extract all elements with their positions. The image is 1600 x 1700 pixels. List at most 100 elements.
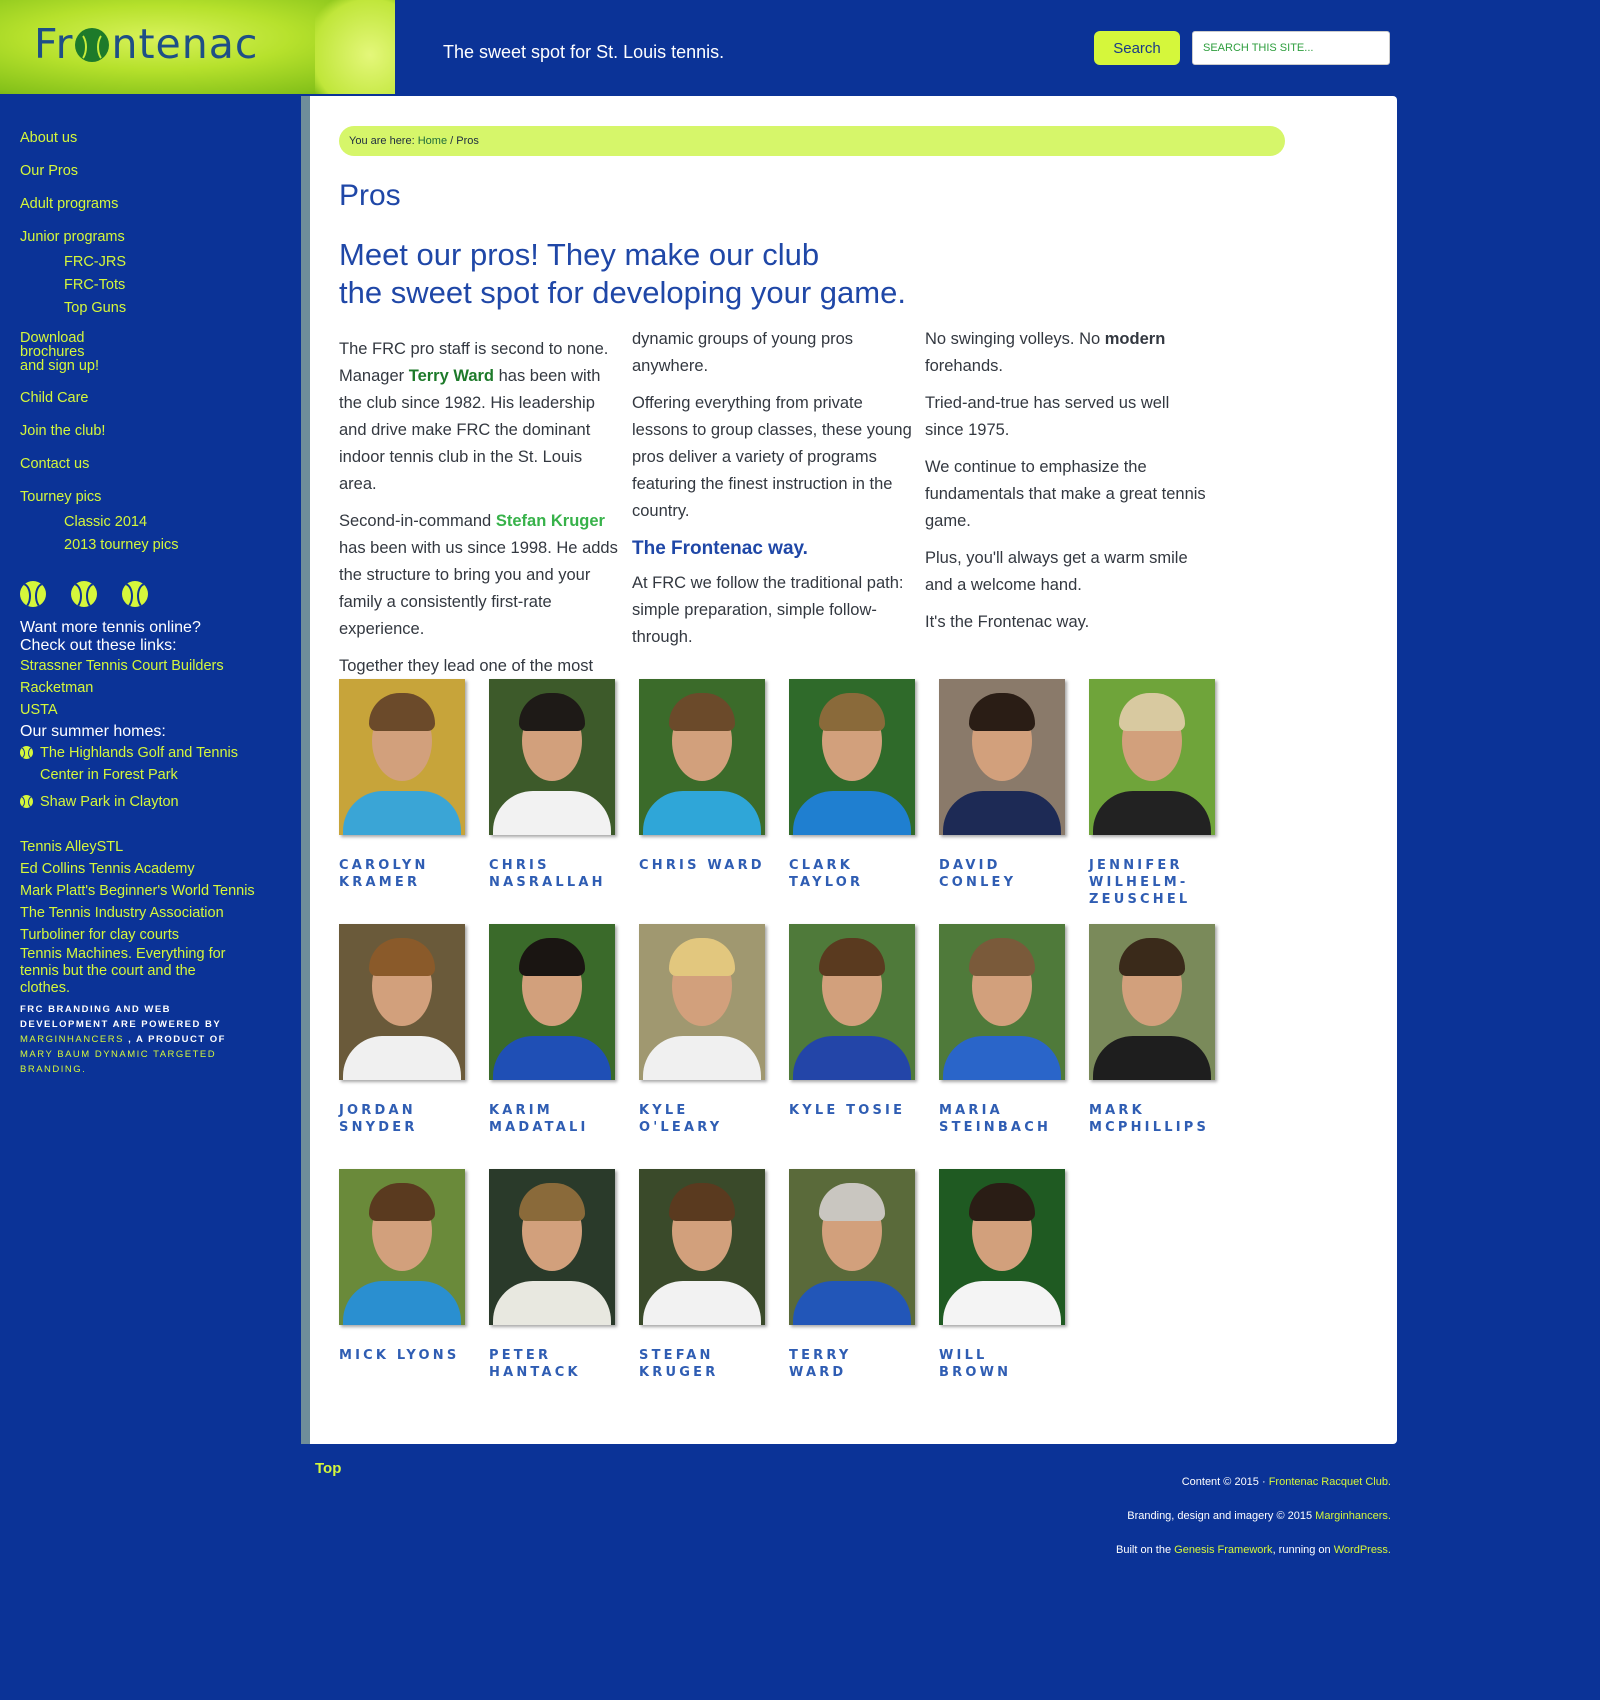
link-highlands[interactable]: The Highlands Golf and Tennis Center in … (20, 742, 250, 786)
link-ed-collins[interactable]: Ed Collins Tennis Academy (20, 858, 280, 880)
link-tennis-machines[interactable]: Tennis Machines. Everything for tennis b… (20, 946, 240, 997)
nav-join-club[interactable]: Join the club! (20, 423, 280, 439)
pro-card-chris-nasrallah[interactable]: Chris Nasrallah (489, 679, 615, 891)
nav-top-guns[interactable]: Top Guns (64, 300, 280, 316)
pro-name[interactable]: Mick Lyons (339, 1347, 465, 1364)
pro-photo[interactable] (1089, 679, 1215, 835)
pro-card-stefan-kruger[interactable]: Stefan Kruger (639, 1169, 765, 1381)
pro-name[interactable]: Clark Taylor (789, 857, 915, 891)
pro-name[interactable]: Will Brown (939, 1347, 1065, 1381)
pro-name[interactable]: Kyle O'Leary (639, 1102, 765, 1136)
pro-card-karim-madatali[interactable]: Karim Madatali (489, 924, 615, 1136)
pro-name[interactable]: Kyle Tosie (789, 1102, 915, 1119)
pro-photo[interactable] (939, 924, 1065, 1080)
nav-junior-programs[interactable]: Junior programs (20, 229, 280, 245)
pro-card-mick-lyons[interactable]: Mick Lyons (339, 1169, 465, 1364)
pro-name[interactable]: Karim Madatali (489, 1102, 615, 1136)
link-turboliner[interactable]: Turboliner for clay courts (20, 924, 280, 946)
link-usta[interactable]: USTA (20, 699, 280, 721)
nav-contact-us[interactable]: Contact us (20, 456, 280, 472)
link-shaw-park[interactable]: Shaw Park in Clayton (20, 791, 280, 813)
junior-programs-submenu: FRC-JRS FRC-Tots Top Guns (20, 254, 280, 316)
pro-card-david-conley[interactable]: David Conley (939, 679, 1065, 891)
link-racketman[interactable]: Racketman (20, 677, 280, 699)
pro-photo-hair (819, 938, 885, 976)
link-strassner[interactable]: Strassner Tennis Court Builders (20, 655, 280, 677)
nav-2013-tourney-pics[interactable]: 2013 tourney pics (64, 537, 280, 553)
pro-photo[interactable] (489, 924, 615, 1080)
pro-name[interactable]: Jennifer Wilhelm-Zeuschel (1089, 857, 1215, 908)
pro-card-maria-steinbach[interactable]: Maria Steinbach (939, 924, 1065, 1136)
link-frontenac-racquet-club[interactable]: Frontenac Racquet Club. (1269, 1476, 1391, 1488)
link-tennis-alley[interactable]: Tennis AlleySTL (20, 836, 280, 858)
pro-photo[interactable] (789, 1169, 915, 1325)
link-terry-ward[interactable]: Terry Ward (409, 367, 494, 385)
pro-photo[interactable] (789, 679, 915, 835)
pro-card-terry-ward[interactable]: Terry Ward (789, 1169, 915, 1381)
breadcrumb-home[interactable]: Home (418, 135, 447, 147)
link-mary-baum[interactable]: Mary Baum Dynamic Targeted Branding. (20, 1049, 216, 1075)
link-tennis-industry[interactable]: The Tennis Industry Association (20, 902, 280, 924)
link-genesis-framework[interactable]: Genesis Framework (1174, 1544, 1272, 1556)
pro-photo[interactable] (489, 1169, 615, 1325)
pro-card-chris-ward[interactable]: Chris Ward (639, 679, 765, 874)
nav-our-pros[interactable]: Our Pros (20, 163, 280, 179)
nav-child-care[interactable]: Child Care (20, 390, 280, 406)
pro-name[interactable]: Terry Ward (789, 1347, 915, 1381)
pro-card-jordan-snyder[interactable]: Jordan Snyder (339, 924, 465, 1136)
link-footer-marginhancers[interactable]: Marginhancers. (1315, 1510, 1391, 1522)
logo[interactable]: Fr ntenac (0, 0, 395, 94)
pro-photo[interactable] (789, 924, 915, 1080)
tennis-ball-icon (71, 581, 97, 607)
pro-name[interactable]: Chris Ward (639, 857, 765, 874)
back-to-top-link[interactable]: Top (315, 1460, 341, 1477)
nav-classic-2014[interactable]: Classic 2014 (64, 514, 280, 530)
pro-name[interactable]: David Conley (939, 857, 1065, 891)
pro-photo[interactable] (639, 1169, 765, 1325)
link-highlands-label: The Highlands Golf and Tennis Center in … (40, 745, 239, 783)
pro-name[interactable]: Mark McPhillips (1089, 1102, 1215, 1136)
pro-card-jennifer-wilhelm-zeuschel[interactable]: Jennifer Wilhelm-Zeuschel (1089, 679, 1215, 908)
pro-card-mark-mcphillips[interactable]: Mark McPhillips (1089, 924, 1215, 1136)
pro-name[interactable]: Carolyn Kramer (339, 857, 465, 891)
pro-name[interactable]: Jordan Snyder (339, 1102, 465, 1136)
search-button[interactable]: Search (1094, 31, 1180, 65)
pro-name[interactable]: Peter Hantack (489, 1347, 615, 1381)
pro-photo[interactable] (339, 1169, 465, 1325)
pro-photo[interactable] (939, 1169, 1065, 1325)
pro-photo-shirt (793, 791, 911, 835)
pro-card-carolyn-kramer[interactable]: Carolyn Kramer (339, 679, 465, 891)
pro-photo[interactable] (339, 679, 465, 835)
nav-frc-tots[interactable]: FRC-Tots (64, 277, 280, 293)
pro-photo[interactable] (489, 679, 615, 835)
pro-card-will-brown[interactable]: Will Brown (939, 1169, 1065, 1381)
paragraph: The FRC pro staff is second to none. Man… (339, 336, 621, 498)
link-mark-platt[interactable]: Mark Platt's Beginner's World Tennis (20, 880, 280, 902)
pro-photo[interactable] (1089, 924, 1215, 1080)
summer-homes-heading: Our summer homes: (20, 723, 166, 740)
pro-photo[interactable] (639, 924, 765, 1080)
nav-frc-jrs[interactable]: FRC-JRS (64, 254, 280, 270)
pro-photo[interactable] (639, 679, 765, 835)
pro-photo[interactable] (939, 679, 1065, 835)
nav-tourney-pics[interactable]: Tourney pics (20, 489, 280, 505)
nav-download-brochures[interactable]: Download brochures and sign up! (20, 331, 110, 374)
search-input[interactable] (1192, 31, 1390, 65)
pro-name[interactable]: Maria Steinbach (939, 1102, 1065, 1136)
pro-card-clark-taylor[interactable]: Clark Taylor (789, 679, 915, 891)
pro-name[interactable]: Stefan Kruger (639, 1347, 765, 1381)
link-marginhancers[interactable]: Marginhancers (20, 1034, 124, 1045)
nav-about-us[interactable]: About us (20, 130, 280, 146)
link-stefan-kruger[interactable]: Stefan Kruger (496, 512, 605, 530)
powered-by-text: FRC branding and web development are pow… (20, 1002, 235, 1077)
pro-photo-shirt (943, 791, 1061, 835)
paragraph: Offering everything from private lessons… (632, 394, 912, 520)
pro-card-kyle-tosie[interactable]: Kyle Tosie (789, 924, 915, 1119)
pro-photo[interactable] (339, 924, 465, 1080)
link-wordpress[interactable]: WordPress. (1334, 1544, 1391, 1556)
paragraph: At FRC we follow the traditional path: s… (632, 574, 904, 646)
pro-card-peter-hantack[interactable]: Peter Hantack (489, 1169, 615, 1381)
nav-adult-programs[interactable]: Adult programs (20, 196, 280, 212)
pro-card-kyle-o-leary[interactable]: Kyle O'Leary (639, 924, 765, 1136)
pro-name[interactable]: Chris Nasrallah (489, 857, 615, 891)
